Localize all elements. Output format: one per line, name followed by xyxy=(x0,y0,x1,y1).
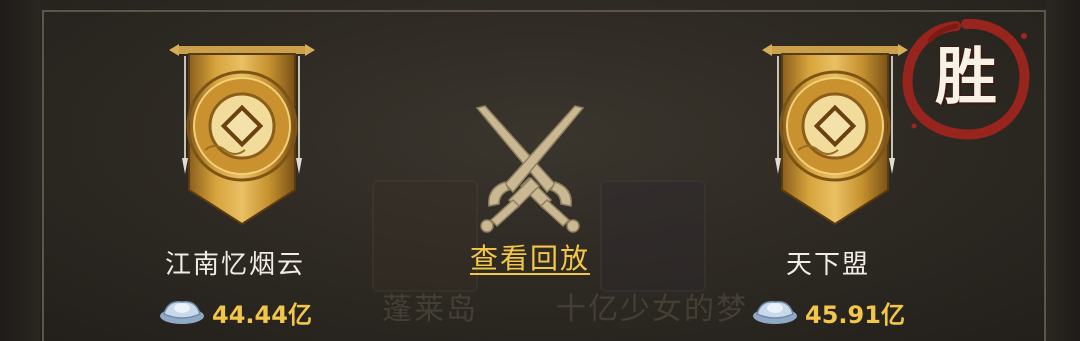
left-edge-shadow xyxy=(0,0,40,341)
guild-banner-icon xyxy=(738,40,918,230)
bg-name-left: 蓬莱岛 xyxy=(382,292,478,327)
right-team-name: 天下盟 xyxy=(785,250,870,280)
left-team-name: 江南忆烟云 xyxy=(164,250,305,280)
view-replay-link[interactable]: 查看回放 xyxy=(430,237,630,277)
battle-result-panel: 蓬莱岛 十亿少女的梦 江南忆烟云 44.44亿 查看回放 天下盟 45.91亿 … xyxy=(0,0,1080,341)
right-edge-shadow xyxy=(1046,0,1080,341)
crossed-swords-icon xyxy=(455,104,605,234)
victory-label: 胜 xyxy=(934,40,997,113)
left-team-wealth-value: 44.44亿 xyxy=(212,300,312,329)
victory-badge: 胜 xyxy=(896,14,1036,144)
guild-banner-icon xyxy=(145,40,325,230)
right-team-wealth: 45.91亿 xyxy=(708,294,948,330)
left-team: 江南忆烟云 44.44亿 xyxy=(115,40,355,330)
right-team-wealth-value: 45.91亿 xyxy=(805,300,905,329)
silver-ingot-icon xyxy=(158,294,206,330)
left-team-wealth: 44.44亿 xyxy=(115,294,355,330)
silver-ingot-icon xyxy=(751,294,799,330)
